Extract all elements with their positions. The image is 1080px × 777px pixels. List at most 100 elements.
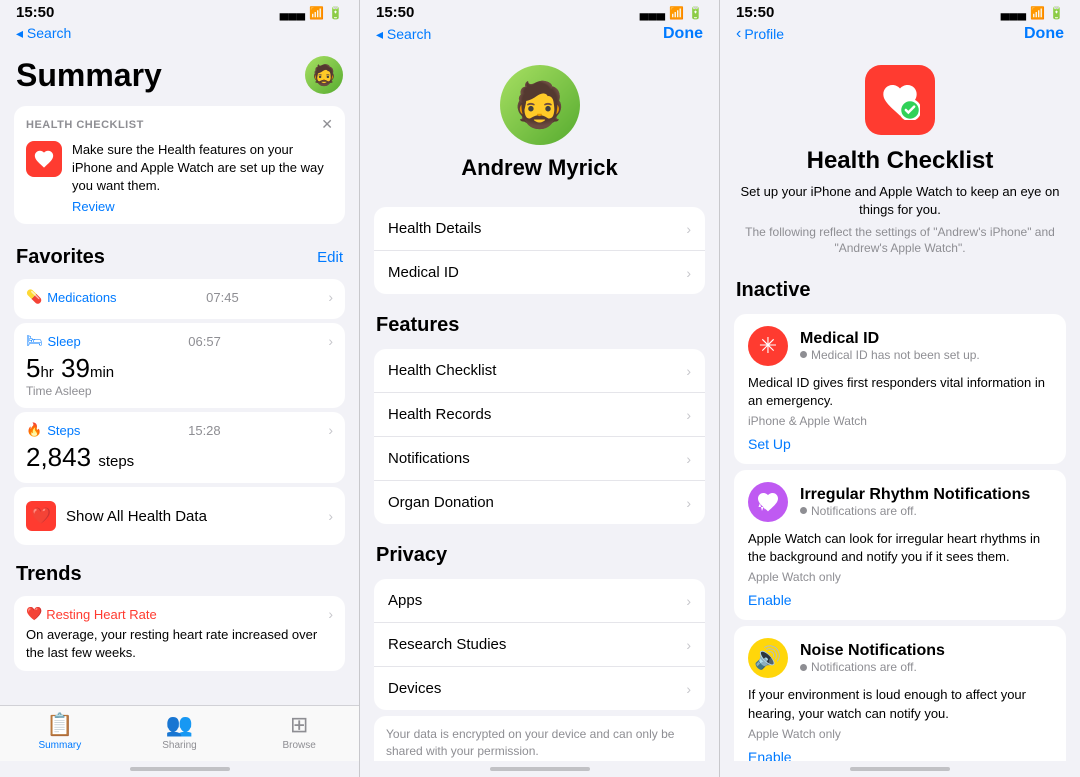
status-time-3: 15:50 bbox=[736, 4, 774, 21]
medical-id-desc: Medical ID gives first responders vital … bbox=[748, 374, 1052, 410]
checklist-card-header: HEALTH CHECKLIST ✕ bbox=[26, 116, 333, 133]
health-details-chevron: › bbox=[686, 221, 691, 237]
signal-icon: ▄▄▄ bbox=[280, 6, 306, 20]
trends-heart-rate-label: ❤️ Resting Heart Rate bbox=[26, 606, 157, 622]
health-checklist-row[interactable]: Health Checklist › bbox=[374, 349, 705, 393]
sleep-label: 🛏 Sleep bbox=[26, 333, 81, 349]
apps-label: Apps bbox=[388, 592, 422, 609]
medical-id-setup-button[interactable]: Set Up bbox=[748, 436, 1052, 452]
checklist-card-label: HEALTH CHECKLIST bbox=[26, 119, 144, 131]
status-bar-1: 15:50 ▄▄▄ 📶 🔋 bbox=[0, 0, 359, 23]
status-bar-2: 15:50 ▄▄▄ 📶 🔋 bbox=[360, 0, 719, 23]
research-studies-label: Research Studies bbox=[388, 636, 506, 653]
done-button-3[interactable]: Done bbox=[1024, 25, 1064, 43]
noise-ci-header: 🔊 Noise Notifications Notifications are … bbox=[748, 638, 1052, 678]
notifications-chevron: › bbox=[686, 451, 691, 467]
medications-label: 💊 Medications bbox=[26, 289, 117, 305]
notifications-row[interactable]: Notifications › bbox=[374, 437, 705, 481]
checklist-scroll[interactable]: Health Checklist Set up your iPhone and … bbox=[720, 49, 1080, 761]
back-search-button-2[interactable]: ◂ Search bbox=[376, 26, 431, 43]
checklist-description: Make sure the Health features on your iP… bbox=[72, 142, 324, 193]
favorites-steps[interactable]: 🔥 Steps 15:28 › 2,843 steps bbox=[14, 412, 345, 483]
medical-id-checklist-item: ✳ Medical ID Medical ID has not been set… bbox=[734, 314, 1066, 464]
profile-scroll[interactable]: 🧔 Andrew Myrick Health Details › Medical… bbox=[360, 49, 719, 761]
noise-device: Apple Watch only bbox=[748, 727, 1052, 741]
organ-donation-row[interactable]: Organ Donation › bbox=[374, 481, 705, 524]
checklist-review-link[interactable]: Review bbox=[72, 199, 333, 214]
favorites-section-header: Favorites Edit bbox=[0, 232, 359, 275]
steps-time: 15:28 bbox=[188, 423, 221, 438]
noise-status: Notifications are off. bbox=[800, 660, 945, 674]
trends-item-header: ❤️ Resting Heart Rate › bbox=[26, 606, 333, 622]
summary-tab-label: Summary bbox=[38, 740, 81, 751]
apps-row[interactable]: Apps › bbox=[374, 579, 705, 623]
checklist-panel-title: Health Checklist bbox=[807, 147, 994, 175]
done-button-2[interactable]: Done bbox=[663, 25, 703, 43]
wifi-icon: 📶 bbox=[309, 6, 324, 20]
irregular-rhythm-text: Irregular Rhythm Notifications Notificat… bbox=[800, 486, 1030, 518]
home-indicator-3 bbox=[720, 761, 1080, 777]
show-all-left: ❤️ Show All Health Data bbox=[26, 501, 207, 531]
irregular-rhythm-device: Apple Watch only bbox=[748, 570, 1052, 584]
medical-id-chevron: › bbox=[686, 265, 691, 281]
favorites-edit-button[interactable]: Edit bbox=[317, 249, 343, 266]
profile-avatar: 🧔 bbox=[500, 65, 580, 145]
irregular-rhythm-ci-title: Irregular Rhythm Notifications bbox=[800, 486, 1030, 504]
features-section-label: Features bbox=[360, 300, 719, 343]
nav-bar-2: ◂ Search Done bbox=[360, 23, 719, 49]
irregular-rhythm-icon bbox=[748, 482, 788, 522]
medical-id-row[interactable]: Medical ID › bbox=[374, 251, 705, 294]
irregular-rhythm-desc: Apple Watch can look for irregular heart… bbox=[748, 530, 1052, 566]
health-details-label: Health Details bbox=[388, 220, 481, 237]
summary-tab-icon: 📋 bbox=[46, 712, 73, 738]
inactive-header: Inactive bbox=[720, 269, 1080, 308]
show-all-chevron: › bbox=[328, 508, 333, 524]
trends-title: Trends bbox=[16, 563, 82, 586]
medications-chevron: › bbox=[328, 289, 333, 305]
heart-icon: ❤️ bbox=[26, 501, 56, 531]
sleep-sublabel: Time Asleep bbox=[26, 384, 333, 398]
privacy-note-block: Your data is encrypted on your device an… bbox=[374, 716, 705, 761]
back-search-button-1[interactable]: ◂ Search bbox=[16, 25, 71, 42]
irregular-rhythm-enable-button[interactable]: Enable bbox=[748, 592, 1052, 608]
browse-tab-label: Browse bbox=[283, 740, 316, 751]
medical-id-icon: ✳ bbox=[748, 326, 788, 366]
status-icons-1: ▄▄▄ 📶 🔋 bbox=[280, 6, 343, 20]
devices-row[interactable]: Devices › bbox=[374, 667, 705, 710]
profile-info: 🧔 Andrew Myrick bbox=[360, 49, 719, 201]
summary-scroll[interactable]: Summary 🧔 HEALTH CHECKLIST ✕ Make sure t… bbox=[0, 48, 359, 705]
medical-id-text: Medical ID Medical ID has not been set u… bbox=[800, 330, 980, 362]
favorites-medications[interactable]: 💊 Medications 07:45 › bbox=[14, 279, 345, 319]
favorites-sleep[interactable]: 🛏 Sleep 06:57 › 5hr 39min Time Asleep bbox=[14, 323, 345, 408]
research-studies-row[interactable]: Research Studies › bbox=[374, 623, 705, 667]
sleep-chevron: › bbox=[328, 333, 333, 349]
health-details-row[interactable]: Health Details › bbox=[374, 207, 705, 251]
favorites-title: Favorites bbox=[16, 246, 105, 269]
avatar[interactable]: 🧔 bbox=[305, 56, 343, 94]
health-records-chevron: › bbox=[686, 407, 691, 423]
trends-resting-heart-rate[interactable]: ❤️ Resting Heart Rate › On average, your… bbox=[14, 596, 345, 671]
checklist-devices-note: The following reflect the settings of "A… bbox=[740, 225, 1060, 256]
checklist-text-block: Make sure the Health features on your iP… bbox=[72, 141, 333, 214]
profile-name: Andrew Myrick bbox=[461, 155, 618, 181]
medical-id-ci-header: ✳ Medical ID Medical ID has not been set… bbox=[748, 326, 1052, 366]
noise-enable-button[interactable]: Enable bbox=[748, 749, 1052, 761]
checklist-panel-header: Health Checklist Set up your iPhone and … bbox=[720, 49, 1080, 269]
status-time-1: 15:50 bbox=[16, 4, 54, 21]
status-icons-2: ▄▄▄ 📶 🔋 bbox=[640, 6, 703, 20]
medical-id-device: iPhone & Apple Watch bbox=[748, 414, 1052, 428]
tab-sharing[interactable]: 👥 Sharing bbox=[120, 712, 240, 751]
health-records-row[interactable]: Health Records › bbox=[374, 393, 705, 437]
noise-icon: 🔊 bbox=[748, 638, 788, 678]
tab-browse[interactable]: ⊞ Browse bbox=[239, 712, 359, 751]
checklist-close-button[interactable]: ✕ bbox=[321, 116, 333, 133]
devices-chevron: › bbox=[686, 681, 691, 697]
show-all-health-data[interactable]: ❤️ Show All Health Data › bbox=[14, 487, 345, 545]
tab-summary[interactable]: 📋 Summary bbox=[0, 712, 120, 751]
checklist-panel-icon bbox=[865, 65, 935, 135]
sharing-tab-label: Sharing bbox=[162, 740, 196, 751]
summary-header: Summary 🧔 bbox=[0, 48, 359, 98]
back-profile-button[interactable]: ‹ Profile bbox=[736, 25, 784, 43]
home-indicator-2 bbox=[360, 761, 719, 777]
tab-bar: 📋 Summary 👥 Sharing ⊞ Browse bbox=[0, 705, 359, 761]
